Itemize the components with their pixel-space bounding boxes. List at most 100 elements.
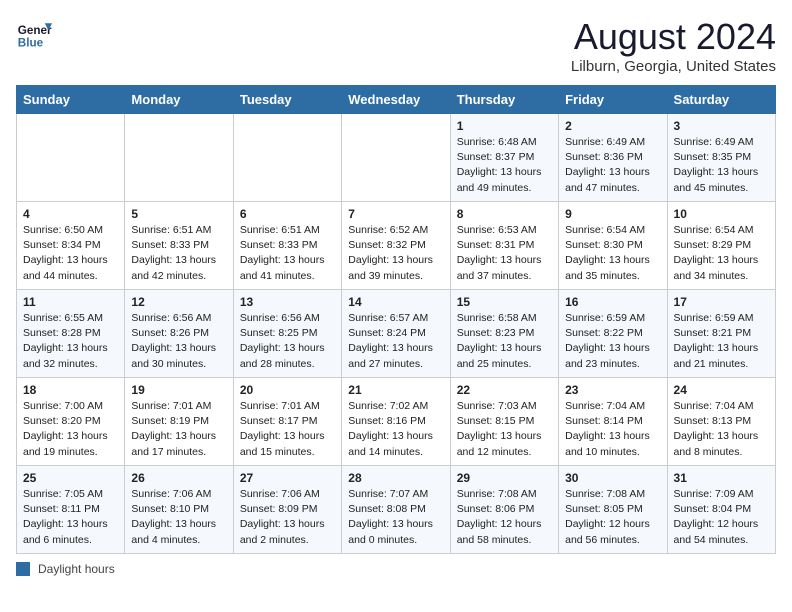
day-number: 2: [565, 119, 660, 133]
day-number: 28: [348, 471, 443, 485]
calendar-cell: 27 Sunrise: 7:06 AM Sunset: 8:09 PM Dayli…: [233, 466, 341, 554]
day-of-week-header: Friday: [559, 86, 667, 114]
svg-text:Blue: Blue: [18, 37, 44, 50]
calendar-cell: [233, 114, 341, 202]
calendar-cell: 2 Sunrise: 6:49 AM Sunset: 8:36 PM Daylig…: [559, 114, 667, 202]
calendar-cell: 28 Sunrise: 7:07 AM Sunset: 8:08 PM Dayli…: [342, 466, 450, 554]
day-number: 14: [348, 295, 443, 309]
calendar-cell: 26 Sunrise: 7:06 AM Sunset: 8:10 PM Dayli…: [125, 466, 233, 554]
day-info: Sunrise: 6:55 AM Sunset: 8:28 PM Dayligh…: [23, 311, 118, 372]
calendar-cell: 1 Sunrise: 6:48 AM Sunset: 8:37 PM Daylig…: [450, 114, 558, 202]
calendar-cell: 3 Sunrise: 6:49 AM Sunset: 8:35 PM Daylig…: [667, 114, 775, 202]
calendar-cell: 30 Sunrise: 7:08 AM Sunset: 8:05 PM Dayli…: [559, 466, 667, 554]
day-info: Sunrise: 7:07 AM Sunset: 8:08 PM Dayligh…: [348, 487, 443, 548]
logo-icon: General Blue: [16, 16, 52, 52]
calendar-cell: 23 Sunrise: 7:04 AM Sunset: 8:14 PM Dayli…: [559, 378, 667, 466]
day-number: 24: [674, 383, 769, 397]
day-info: Sunrise: 7:04 AM Sunset: 8:13 PM Dayligh…: [674, 399, 769, 460]
day-of-week-header: Monday: [125, 86, 233, 114]
calendar-cell: [125, 114, 233, 202]
day-number: 15: [457, 295, 552, 309]
calendar-cell: 24 Sunrise: 7:04 AM Sunset: 8:13 PM Dayli…: [667, 378, 775, 466]
day-info: Sunrise: 7:03 AM Sunset: 8:15 PM Dayligh…: [457, 399, 552, 460]
day-number: 16: [565, 295, 660, 309]
day-info: Sunrise: 6:57 AM Sunset: 8:24 PM Dayligh…: [348, 311, 443, 372]
day-info: Sunrise: 6:54 AM Sunset: 8:30 PM Dayligh…: [565, 223, 660, 284]
day-info: Sunrise: 6:50 AM Sunset: 8:34 PM Dayligh…: [23, 223, 118, 284]
day-number: 25: [23, 471, 118, 485]
day-info: Sunrise: 7:06 AM Sunset: 8:09 PM Dayligh…: [240, 487, 335, 548]
day-info: Sunrise: 7:09 AM Sunset: 8:04 PM Dayligh…: [674, 487, 769, 548]
day-info: Sunrise: 6:59 AM Sunset: 8:21 PM Dayligh…: [674, 311, 769, 372]
day-info: Sunrise: 6:48 AM Sunset: 8:37 PM Dayligh…: [457, 135, 552, 196]
day-of-week-header: Tuesday: [233, 86, 341, 114]
day-info: Sunrise: 7:00 AM Sunset: 8:20 PM Dayligh…: [23, 399, 118, 460]
calendar-cell: 20 Sunrise: 7:01 AM Sunset: 8:17 PM Dayli…: [233, 378, 341, 466]
calendar-cell: [342, 114, 450, 202]
day-number: 31: [674, 471, 769, 485]
day-number: 3: [674, 119, 769, 133]
day-info: Sunrise: 7:01 AM Sunset: 8:19 PM Dayligh…: [131, 399, 226, 460]
day-of-week-header: Saturday: [667, 86, 775, 114]
day-info: Sunrise: 6:58 AM Sunset: 8:23 PM Dayligh…: [457, 311, 552, 372]
calendar-cell: 9 Sunrise: 6:54 AM Sunset: 8:30 PM Daylig…: [559, 202, 667, 290]
day-of-week-header: Sunday: [17, 86, 125, 114]
day-number: 30: [565, 471, 660, 485]
day-info: Sunrise: 7:08 AM Sunset: 8:05 PM Dayligh…: [565, 487, 660, 548]
day-number: 1: [457, 119, 552, 133]
day-info: Sunrise: 6:54 AM Sunset: 8:29 PM Dayligh…: [674, 223, 769, 284]
legend-label: Daylight hours: [38, 562, 115, 576]
day-number: 7: [348, 207, 443, 221]
day-info: Sunrise: 6:56 AM Sunset: 8:26 PM Dayligh…: [131, 311, 226, 372]
calendar-cell: 31 Sunrise: 7:09 AM Sunset: 8:04 PM Dayli…: [667, 466, 775, 554]
calendar-cell: 19Sunrise: 7:01 AM Sunset: 8:19 PM Dayli…: [125, 378, 233, 466]
day-number: 20: [240, 383, 335, 397]
footer: Daylight hours: [16, 562, 776, 576]
calendar-cell: 21 Sunrise: 7:02 AM Sunset: 8:16 PM Dayli…: [342, 378, 450, 466]
calendar-cell: 25 Sunrise: 7:05 AM Sunset: 8:11 PM Dayli…: [17, 466, 125, 554]
calendar-cell: [17, 114, 125, 202]
day-number: 17: [674, 295, 769, 309]
day-number: 11: [23, 295, 118, 309]
calendar-cell: 17 Sunrise: 6:59 AM Sunset: 8:21 PM Dayli…: [667, 290, 775, 378]
day-number: 9: [565, 207, 660, 221]
day-number: 12: [131, 295, 226, 309]
day-number: 8: [457, 207, 552, 221]
calendar-cell: 29 Sunrise: 7:08 AM Sunset: 8:06 PM Dayli…: [450, 466, 558, 554]
day-number: 23: [565, 383, 660, 397]
calendar-cell: 22Sunrise: 7:03 AM Sunset: 8:15 PM Dayli…: [450, 378, 558, 466]
day-info: Sunrise: 7:01 AM Sunset: 8:17 PM Dayligh…: [240, 399, 335, 460]
day-info: Sunrise: 7:02 AM Sunset: 8:16 PM Dayligh…: [348, 399, 443, 460]
day-number: 27: [240, 471, 335, 485]
day-info: Sunrise: 7:06 AM Sunset: 8:10 PM Dayligh…: [131, 487, 226, 548]
calendar-cell: 12 Sunrise: 6:56 AM Sunset: 8:26 PM Dayli…: [125, 290, 233, 378]
calendar-cell: 14 Sunrise: 6:57 AM Sunset: 8:24 PM Dayli…: [342, 290, 450, 378]
day-info: Sunrise: 6:49 AM Sunset: 8:35 PM Dayligh…: [674, 135, 769, 196]
day-number: 26: [131, 471, 226, 485]
calendar-cell: 8Sunrise: 6:53 AM Sunset: 8:31 PM Daylig…: [450, 202, 558, 290]
calendar-cell: 15 Sunrise: 6:58 AM Sunset: 8:23 PM Dayli…: [450, 290, 558, 378]
day-number: 21: [348, 383, 443, 397]
day-number: 18: [23, 383, 118, 397]
day-number: 4: [23, 207, 118, 221]
day-info: Sunrise: 7:08 AM Sunset: 8:06 PM Dayligh…: [457, 487, 552, 548]
day-info: Sunrise: 6:49 AM Sunset: 8:36 PM Dayligh…: [565, 135, 660, 196]
calendar-cell: 13 Sunrise: 6:56 AM Sunset: 8:25 PM Dayli…: [233, 290, 341, 378]
location: Lilburn, Georgia, United States: [571, 58, 776, 75]
day-info: Sunrise: 6:51 AM Sunset: 8:33 PM Dayligh…: [240, 223, 335, 284]
day-number: 13: [240, 295, 335, 309]
day-number: 10: [674, 207, 769, 221]
day-number: 29: [457, 471, 552, 485]
calendar-cell: 4 Sunrise: 6:50 AM Sunset: 8:34 PM Daylig…: [17, 202, 125, 290]
day-info: Sunrise: 6:56 AM Sunset: 8:25 PM Dayligh…: [240, 311, 335, 372]
day-info: Sunrise: 7:05 AM Sunset: 8:11 PM Dayligh…: [23, 487, 118, 548]
calendar-cell: 6Sunrise: 6:51 AM Sunset: 8:33 PM Daylig…: [233, 202, 341, 290]
title-block: August 2024 Lilburn, Georgia, United Sta…: [571, 16, 776, 75]
day-info: Sunrise: 6:51 AM Sunset: 8:33 PM Dayligh…: [131, 223, 226, 284]
day-of-week-header: Wednesday: [342, 86, 450, 114]
day-of-week-header: Thursday: [450, 86, 558, 114]
calendar-cell: 10 Sunrise: 6:54 AM Sunset: 8:29 PM Dayli…: [667, 202, 775, 290]
legend-box: [16, 562, 30, 576]
day-info: Sunrise: 7:04 AM Sunset: 8:14 PM Dayligh…: [565, 399, 660, 460]
page-header: General Blue August 2024 Lilburn, Georgi…: [16, 16, 776, 75]
